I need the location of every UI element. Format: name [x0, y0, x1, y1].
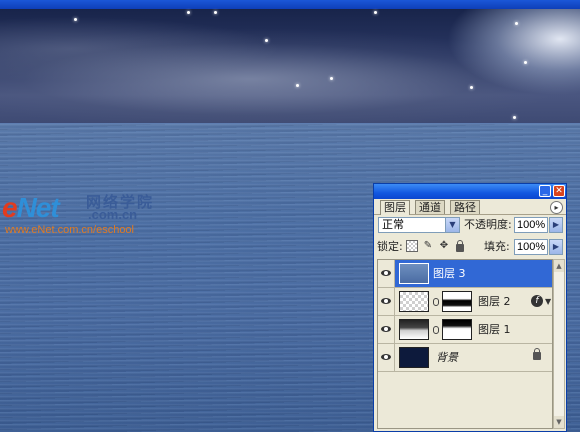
fill-input[interactable]: 100%: [514, 239, 548, 255]
star: [74, 18, 77, 21]
triangle-right-icon: ▸: [554, 203, 559, 212]
opacity-input[interactable]: 100%: [514, 217, 548, 233]
fill-slider-button[interactable]: ▶: [549, 239, 563, 255]
eye-icon: [381, 270, 391, 276]
layers-scrollbar[interactable]: ▲ ▼: [553, 259, 565, 429]
layer-thumbnail: [399, 347, 429, 368]
eye-icon: [381, 354, 391, 360]
layers-list: 图层 3 图层 2 f ▼ 图层 1 背景: [377, 259, 553, 429]
blend-mode-select[interactable]: 正常 ▼: [378, 217, 460, 233]
expand-arrow-icon[interactable]: ▼: [545, 297, 551, 306]
lock-transparency-icon[interactable]: [406, 240, 418, 252]
star: [515, 22, 518, 25]
visibility-toggle[interactable]: [378, 260, 395, 287]
layer-thumbnail: [399, 319, 429, 340]
close-button[interactable]: ✕: [553, 185, 565, 197]
layer-name[interactable]: 图层 1: [478, 323, 511, 337]
star: [374, 11, 377, 14]
layer-row-background[interactable]: 背景: [378, 344, 552, 372]
layer-row-layer3[interactable]: 图层 3: [378, 260, 552, 288]
minimize-icon: _: [542, 186, 548, 196]
scroll-up-icon[interactable]: ▲: [554, 260, 564, 272]
tab-paths[interactable]: 路径: [450, 200, 480, 214]
layer-row-layer1[interactable]: 图层 1: [378, 316, 552, 344]
window-title-strip: [0, 0, 580, 9]
visibility-toggle[interactable]: [378, 344, 395, 371]
minimize-button[interactable]: _: [539, 185, 551, 197]
lock-row: 锁定: ✎ ✥ 填充: 100% ▶: [374, 237, 566, 257]
star: [330, 77, 333, 80]
link-icon[interactable]: [433, 298, 439, 306]
scroll-down-icon[interactable]: ▼: [554, 416, 564, 428]
blend-mode-value: 正常: [382, 218, 404, 231]
triangle-right-icon: ▶: [552, 220, 560, 229]
layer-row-layer2[interactable]: 图层 2 f ▼: [378, 288, 552, 316]
lock-move-icon[interactable]: ✥: [438, 240, 450, 252]
panel-tabs: 图层 通道 路径: [374, 199, 566, 215]
layer-thumbnail: [399, 291, 429, 312]
lock-brush-icon[interactable]: ✎: [422, 240, 434, 252]
chevron-down-icon[interactable]: ▼: [445, 218, 459, 232]
padlock-icon: [456, 240, 464, 252]
layer-mask-thumbnail[interactable]: [442, 319, 472, 340]
triangle-right-icon: ▶: [552, 242, 560, 251]
lock-label: 锁定:: [377, 240, 403, 253]
layer-name[interactable]: 图层 2: [478, 295, 511, 309]
star: [187, 11, 190, 14]
layer-name[interactable]: 背景: [436, 351, 458, 365]
layers-panel: _ ✕ 图层 通道 路径 ▸ 正常 ▼ 不透明度: 100% ▶ 锁定: ✎ ✥…: [373, 183, 567, 432]
eye-icon: [381, 326, 391, 332]
enet-logo: eNet: [2, 192, 60, 223]
visibility-toggle[interactable]: [378, 288, 395, 315]
blend-row: 正常 ▼ 不透明度: 100% ▶: [374, 215, 566, 235]
watermark-url: www.eNet.com.cn/eschool: [5, 224, 134, 236]
star: [470, 86, 473, 89]
layer-mask-thumbnail[interactable]: [442, 291, 472, 312]
panel-menu-button[interactable]: ▸: [550, 201, 563, 214]
visibility-toggle[interactable]: [378, 316, 395, 343]
effects-icon[interactable]: f: [531, 295, 543, 307]
link-icon[interactable]: [433, 326, 439, 334]
logo-net: Net: [16, 192, 60, 223]
opacity-slider-button[interactable]: ▶: [549, 217, 563, 233]
enet-watermark: eNet 网络学院 .com.cn www.eNet.com.cn/eschoo…: [2, 192, 152, 237]
layer-name[interactable]: 图层 3: [433, 267, 466, 281]
star: [524, 61, 527, 64]
night-sky-image: [0, 9, 580, 124]
close-icon: ✕: [555, 186, 563, 196]
logo-e: e: [2, 192, 18, 223]
eye-icon: [381, 298, 391, 304]
lock-all-icon[interactable]: [454, 240, 466, 252]
tab-channels[interactable]: 通道: [415, 200, 445, 214]
star: [513, 116, 516, 119]
fill-label: 填充:: [484, 240, 510, 253]
opacity-label: 不透明度:: [464, 218, 512, 231]
panel-titlebar[interactable]: _ ✕: [374, 184, 566, 199]
layer-thumbnail: [399, 263, 429, 284]
star: [296, 84, 299, 87]
star: [265, 39, 268, 42]
logo-domain: .com.cn: [88, 207, 138, 222]
tab-layers[interactable]: 图层: [380, 200, 410, 215]
star: [214, 11, 217, 14]
padlock-icon: [533, 348, 541, 360]
